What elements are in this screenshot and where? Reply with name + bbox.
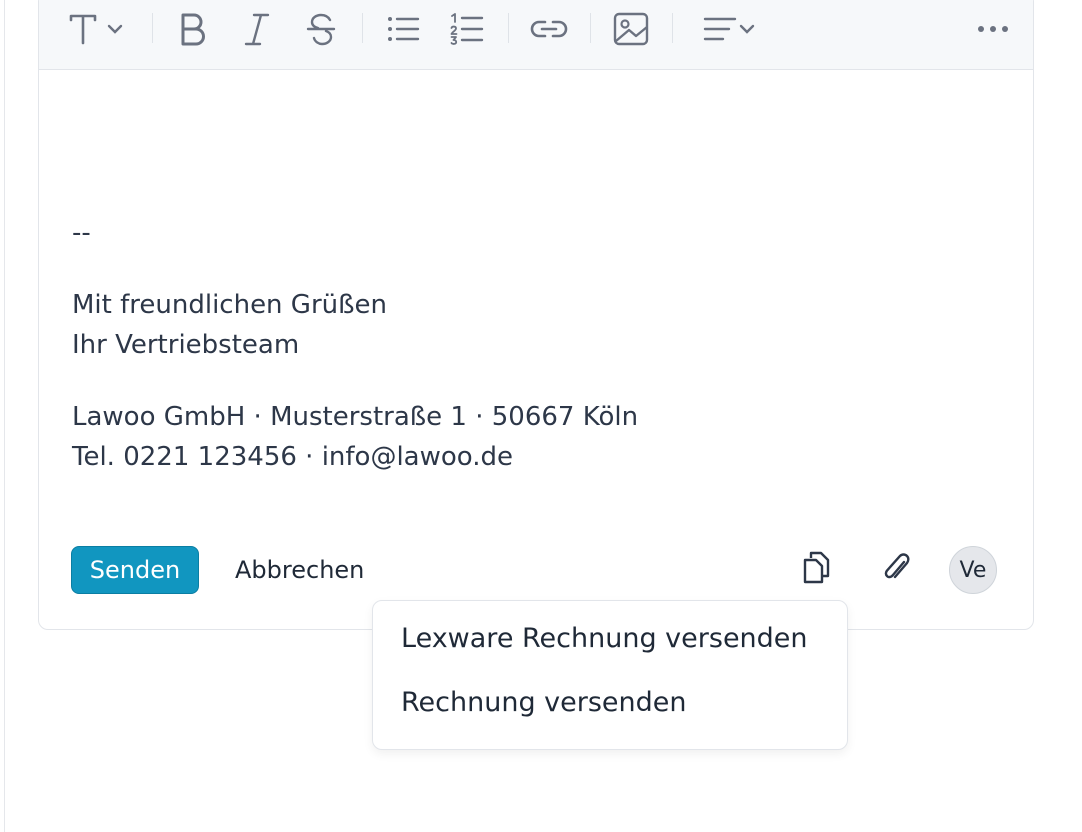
text-format-icon: [68, 12, 106, 46]
strikethrough-icon: [305, 12, 337, 46]
image-button[interactable]: [609, 7, 653, 51]
more-button[interactable]: [971, 7, 1015, 51]
dropdown-item-lexware-invoice[interactable]: Lexware Rechnung versenden: [401, 623, 808, 654]
editor-toolbar: [39, 0, 1033, 70]
bullet-list-icon: [386, 14, 420, 44]
italic-icon: [242, 12, 272, 46]
link-button[interactable]: [527, 7, 571, 51]
signature-separator: --: [72, 218, 91, 248]
template-dropdown: Lexware Rechnung versenden Rechnung vers…: [372, 600, 848, 750]
image-icon: [613, 12, 649, 46]
italic-button[interactable]: [235, 7, 279, 51]
team-line: Ihr Vertriebsteam: [72, 330, 300, 360]
chevron-down-icon: [106, 23, 124, 35]
copy-icon: [802, 550, 832, 588]
page-left-border: [4, 0, 5, 832]
copy-template-button[interactable]: [795, 547, 839, 591]
send-button[interactable]: Senden: [71, 546, 199, 594]
strikethrough-button[interactable]: [299, 7, 343, 51]
email-editor: -- Mit freundlichen Grüßen Ihr Vertriebs…: [38, 0, 1034, 630]
paperclip-icon: [882, 550, 912, 588]
contact-line: Tel. 0221 123456 · info@lawoo.de: [72, 442, 513, 472]
link-icon: [530, 18, 568, 40]
dropdown-item-invoice[interactable]: Rechnung versenden: [401, 687, 687, 718]
more-icon: [977, 25, 1009, 33]
bold-icon: [178, 12, 208, 46]
bold-button[interactable]: [171, 7, 215, 51]
text-format-button[interactable]: [61, 7, 131, 51]
greeting-line: Mit freundlichen Grüßen: [72, 290, 387, 320]
numbered-list-icon: [450, 13, 484, 45]
numbered-list-button[interactable]: [445, 7, 489, 51]
address-line: Lawoo GmbH · Musterstraße 1 · 50667 Köln: [72, 402, 639, 432]
toolbar-separator: [362, 13, 363, 43]
template-menu-toggle[interactable]: Ve: [949, 546, 997, 594]
chevron-down-icon: [738, 23, 756, 35]
align-icon: [702, 15, 738, 43]
toolbar-separator: [508, 13, 509, 43]
toolbar-separator: [590, 13, 591, 43]
cancel-button[interactable]: Abbrechen: [229, 546, 370, 594]
attach-button[interactable]: [875, 547, 919, 591]
bullet-list-button[interactable]: [381, 7, 425, 51]
toolbar-separator: [152, 13, 153, 43]
align-button[interactable]: [693, 7, 765, 51]
toolbar-separator: [672, 13, 673, 43]
